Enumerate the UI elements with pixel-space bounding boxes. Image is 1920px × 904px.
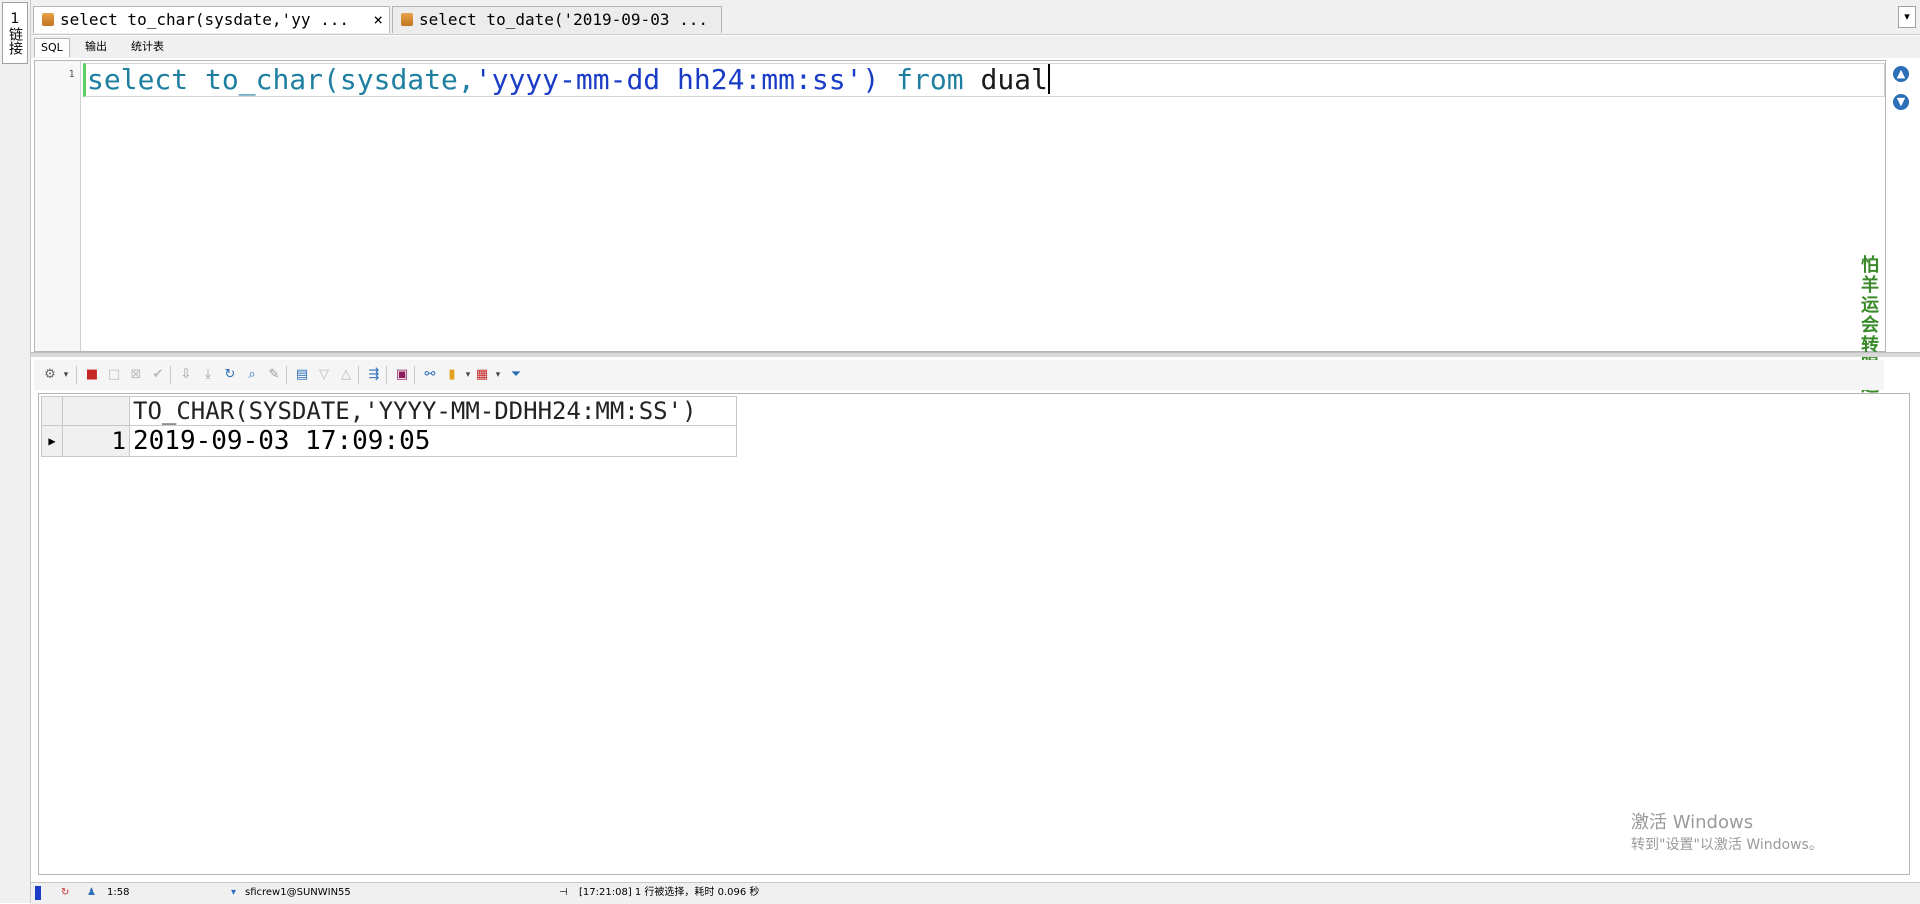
connection-side-tab[interactable]: 1链接 bbox=[2, 2, 28, 64]
lock-icon[interactable]: ■ bbox=[84, 367, 100, 383]
activation-watermark-title: 激活 Windows bbox=[1631, 812, 1754, 833]
arrow-down-icon[interactable]: ▼ bbox=[1893, 94, 1909, 110]
result-toolbar: ⚙ ▾ ■ □ ⊠ ✔ ⇩ ⤓ ↻ ⌕ ✎ ▤ ▽ △ ⇶ ▣ ⚯ ▮ ▾ ▦ … bbox=[34, 360, 1884, 390]
text-caret bbox=[1047, 64, 1050, 94]
keyword-from: from bbox=[896, 63, 964, 96]
chevron-down-icon[interactable]: ▾ bbox=[58, 367, 74, 383]
tab-output[interactable]: 输出 bbox=[79, 38, 113, 56]
connect-icon[interactable]: ⚯ bbox=[422, 367, 438, 383]
save-icon[interactable]: ▣ bbox=[394, 367, 410, 383]
progress-indicator bbox=[35, 886, 41, 900]
grid-view-icon[interactable]: ▦ bbox=[474, 367, 490, 383]
result-grid[interactable]: TO_CHAR(SYSDATE,'YYYY-MM-DDHH24:MM:SS') … bbox=[38, 393, 1910, 875]
cursor-position: 1:58 bbox=[107, 887, 130, 898]
refresh-icon[interactable]: ↻ bbox=[222, 367, 238, 383]
sql-file-icon bbox=[42, 13, 54, 26]
chevron-down-icon[interactable]: ▾ bbox=[231, 883, 236, 903]
arrow-up-icon[interactable]: △ bbox=[338, 367, 354, 383]
column-header[interactable]: TO_CHAR(SYSDATE,'YYYY-MM-DDHH24:MM:SS') bbox=[129, 396, 737, 426]
result-table: TO_CHAR(SYSDATE,'YYYY-MM-DDHH24:MM:SS') … bbox=[41, 396, 737, 457]
delete-row-icon[interactable]: ⊠ bbox=[128, 367, 144, 383]
tab-label: select to_char(sysdate,'yy ... bbox=[60, 10, 349, 29]
find-icon[interactable]: ⌕ bbox=[244, 367, 260, 383]
settings-icon[interactable]: ⚙ bbox=[42, 367, 58, 383]
table-row[interactable]: ▶ 1 2019-09-03 17:09:05 bbox=[41, 425, 737, 457]
tab-label: select to_date('2019-09-03 ... bbox=[419, 10, 708, 29]
user-icon: ♟ bbox=[87, 887, 96, 898]
sql-code-line[interactable]: select to_char(sysdate,'yyyy-mm-dd hh24:… bbox=[87, 64, 1050, 96]
tab-sql[interactable]: SQL bbox=[34, 38, 70, 57]
status-message: [17:21:08] 1 行被选择，耗时 0.096 秒 bbox=[579, 887, 760, 898]
document-tab-bar: select to_char(sysdate,'yy ... × select … bbox=[31, 0, 1920, 35]
arrow-up-icon[interactable]: ▲ bbox=[1893, 66, 1909, 82]
pane-splitter[interactable] bbox=[31, 352, 1920, 357]
activation-watermark-subtitle: 转到"设置"以激活 Windows。 bbox=[1631, 837, 1823, 853]
keyword-select: select bbox=[87, 63, 189, 96]
close-icon[interactable]: × bbox=[373, 7, 383, 33]
toolbar-separator bbox=[358, 366, 359, 384]
string-literal: 'yyyy-mm-dd hh24:mm:ss') bbox=[474, 63, 880, 96]
fetch-next-icon[interactable]: ⇩ bbox=[178, 367, 194, 383]
tab-query-2[interactable]: select to_date('2019-09-03 ... bbox=[392, 6, 722, 33]
single-record-icon[interactable]: ▤ bbox=[294, 367, 310, 383]
row-indicator-icon: ▶ bbox=[41, 425, 63, 457]
header-corner-num bbox=[62, 396, 130, 426]
header-corner bbox=[41, 396, 63, 426]
data-cell[interactable]: 2019-09-03 17:09:05 bbox=[129, 425, 737, 457]
tab-statistics[interactable]: 统计表 bbox=[125, 38, 170, 56]
clear-icon[interactable]: ✎ bbox=[266, 367, 282, 383]
fetch-all-icon[interactable]: ⤓ bbox=[200, 367, 216, 383]
toolbar-separator bbox=[170, 366, 171, 384]
toolbar-separator bbox=[76, 366, 77, 384]
refresh-icon[interactable]: ↻ bbox=[61, 883, 69, 903]
header-row: TO_CHAR(SYSDATE,'YYYY-MM-DDHH24:MM:SS') bbox=[41, 396, 737, 426]
pin-icon: ⊣ bbox=[559, 887, 568, 898]
toolbar-separator bbox=[286, 366, 287, 384]
insert-row-icon[interactable]: □ bbox=[106, 367, 122, 383]
table-identifier: dual bbox=[980, 63, 1048, 96]
filter-icon[interactable]: ⏷ bbox=[508, 367, 524, 383]
sql-file-icon bbox=[401, 13, 413, 26]
row-number: 1 bbox=[62, 425, 130, 457]
post-changes-icon[interactable]: ✔ bbox=[150, 367, 166, 383]
chevron-down-icon[interactable]: ▾ bbox=[1898, 6, 1916, 28]
arrow-down-icon[interactable]: ▽ bbox=[316, 367, 332, 383]
editor-subtabs: SQL 输出 统计表 bbox=[31, 36, 1920, 58]
tab-query-1[interactable]: select to_char(sysdate,'yy ... × bbox=[33, 6, 390, 33]
toolbar-separator bbox=[414, 366, 415, 384]
connection-label[interactable]: sficrew1@SUNWIN55 bbox=[245, 883, 351, 903]
left-panel-strip: 1链接 bbox=[0, 0, 31, 903]
export-icon[interactable]: ⇶ bbox=[366, 367, 382, 383]
status-bar: ↻ ♟ 1:58 ▾ sficrew1@SUNWIN55 ⊣ [17:21:08… bbox=[31, 882, 1920, 904]
line-gutter: 1 bbox=[35, 61, 81, 351]
line-number: 1 bbox=[68, 69, 75, 80]
chart-icon[interactable]: ▮ bbox=[444, 367, 460, 383]
toolbar-separator bbox=[386, 366, 387, 384]
sql-editor[interactable]: 1 select to_char(sysdate,'yyyy-mm-dd hh2… bbox=[34, 60, 1886, 352]
chevron-down-icon[interactable]: ▾ bbox=[490, 367, 506, 383]
function-call: to_char(sysdate, bbox=[205, 63, 475, 96]
